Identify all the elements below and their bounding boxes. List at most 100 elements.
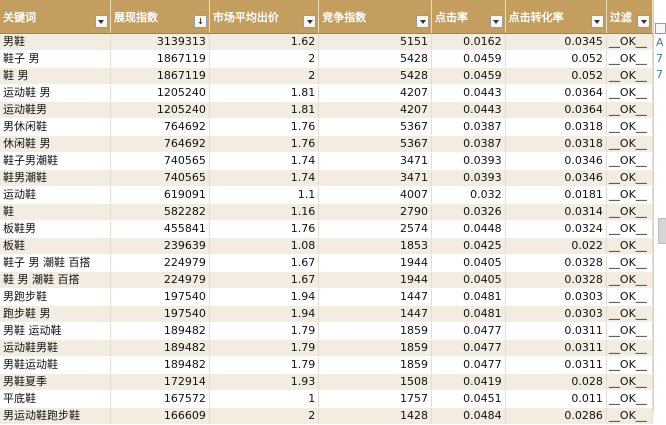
cell-ctr[interactable]: 0.0484 xyxy=(431,407,506,425)
cell-ctr[interactable]: 0.0405 xyxy=(431,254,506,272)
column-header-keyword[interactable]: 关键词 xyxy=(0,0,111,34)
cell-filter[interactable]: __OK__ xyxy=(606,84,654,102)
cell-avg-bid[interactable]: 1.79 xyxy=(209,356,320,374)
cell-impression-index[interactable]: 189482 xyxy=(110,356,210,374)
cell-filter[interactable]: __OK__ xyxy=(606,373,654,391)
cell-keyword[interactable]: 运动鞋 男 xyxy=(0,84,111,102)
cell-impression-index[interactable]: 224979 xyxy=(110,271,210,289)
cell-avg-bid[interactable]: 1 xyxy=(209,390,320,408)
cell-impression-index[interactable]: 197540 xyxy=(110,288,210,306)
cell-ctr[interactable]: 0.0443 xyxy=(431,101,506,119)
cell-conversion-rate[interactable]: 0.0364 xyxy=(505,84,607,102)
cell-competition-index[interactable]: 4207 xyxy=(318,101,432,119)
cell-conversion-rate[interactable]: 0.0328 xyxy=(505,271,607,289)
cell-competition-index[interactable]: 1447 xyxy=(318,305,432,323)
cell-impression-index[interactable]: 239639 xyxy=(110,237,210,255)
cell-competition-index[interactable]: 4007 xyxy=(318,186,432,204)
cell-conversion-rate[interactable]: 0.0311 xyxy=(505,322,607,340)
cell-keyword[interactable]: 男鞋 xyxy=(0,33,111,51)
cell-keyword[interactable]: 鞋男潮鞋 xyxy=(0,169,111,187)
cell-avg-bid[interactable]: 1.67 xyxy=(209,271,320,289)
cell-competition-index[interactable]: 1508 xyxy=(318,373,432,391)
cell-filter[interactable]: __OK__ xyxy=(606,356,654,374)
cell-competition-index[interactable]: 1853 xyxy=(318,237,432,255)
cell-conversion-rate[interactable]: 0.0311 xyxy=(505,356,607,374)
column-header-impression-index[interactable]: 展现指数 ↓ xyxy=(110,0,210,34)
cell-conversion-rate[interactable]: 0.052 xyxy=(505,50,607,68)
cell-avg-bid[interactable]: 1.76 xyxy=(209,135,320,153)
cell-impression-index[interactable]: 224979 xyxy=(110,254,210,272)
cell-ctr[interactable]: 0.0459 xyxy=(431,50,506,68)
cell-ctr[interactable]: 0.0326 xyxy=(431,203,506,221)
cell-ctr[interactable]: 0.0387 xyxy=(431,118,506,136)
cell-impression-index[interactable]: 1867119 xyxy=(110,67,210,85)
cell-impression-index[interactable]: 455841 xyxy=(110,220,210,238)
cell-filter[interactable]: __OK__ xyxy=(606,67,654,85)
cell-conversion-rate[interactable]: 0.0311 xyxy=(505,339,607,357)
cell-filter[interactable]: __OK__ xyxy=(606,50,654,68)
cell-ctr[interactable]: 0.0477 xyxy=(431,322,506,340)
cell-filter[interactable]: __OK__ xyxy=(606,237,654,255)
cell-impression-index[interactable]: 764692 xyxy=(110,118,210,136)
cell-keyword[interactable]: 板鞋 xyxy=(0,237,111,255)
cell-ctr[interactable]: 0.0481 xyxy=(431,288,506,306)
cell-ctr[interactable]: 0.0393 xyxy=(431,152,506,170)
cell-conversion-rate[interactable]: 0.0328 xyxy=(505,254,607,272)
cell-conversion-rate[interactable]: 0.0346 xyxy=(505,169,607,187)
cell-impression-index[interactable]: 764692 xyxy=(110,135,210,153)
cell-impression-index[interactable]: 619091 xyxy=(110,186,210,204)
cell-filter[interactable]: __OK__ xyxy=(606,33,654,51)
cell-keyword[interactable]: 男鞋夏季 xyxy=(0,373,111,391)
cell-filter[interactable]: __OK__ xyxy=(606,254,654,272)
cell-keyword[interactable]: 运动鞋 xyxy=(0,186,111,204)
cell-avg-bid[interactable]: 1.74 xyxy=(209,152,320,170)
cell-ctr[interactable]: 0.0162 xyxy=(431,33,506,51)
cell-keyword[interactable]: 鞋 男 xyxy=(0,67,111,85)
cell-conversion-rate[interactable]: 0.011 xyxy=(505,390,607,408)
cell-competition-index[interactable]: 5428 xyxy=(318,67,432,85)
column-header-conversion-rate[interactable]: 点击转化率 xyxy=(505,0,607,34)
cell-keyword[interactable]: 男鞋 运动鞋 xyxy=(0,322,111,340)
cell-keyword[interactable]: 男鞋运动鞋 xyxy=(0,356,111,374)
cell-filter[interactable]: __OK__ xyxy=(606,390,654,408)
cell-competition-index[interactable]: 1944 xyxy=(318,271,432,289)
cell-ctr[interactable]: 0.0405 xyxy=(431,271,506,289)
cell-avg-bid[interactable]: 1.81 xyxy=(209,84,320,102)
cell-competition-index[interactable]: 1428 xyxy=(318,407,432,425)
filter-dropdown-icon[interactable] xyxy=(489,15,503,28)
cell-competition-index[interactable]: 2790 xyxy=(318,203,432,221)
column-filter-dropdown-icon[interactable] xyxy=(655,23,666,34)
cell-impression-index[interactable]: 166609 xyxy=(110,407,210,425)
cell-avg-bid[interactable]: 1.16 xyxy=(209,203,320,221)
cell-competition-index[interactable]: 3471 xyxy=(318,152,432,170)
cell-competition-index[interactable]: 5428 xyxy=(318,50,432,68)
cell-impression-index[interactable]: 197540 xyxy=(110,305,210,323)
cell-filter[interactable]: __OK__ xyxy=(606,152,654,170)
cell-filter[interactable]: __OK__ xyxy=(606,322,654,340)
cell-competition-index[interactable]: 4207 xyxy=(318,84,432,102)
cell-avg-bid[interactable]: 2 xyxy=(209,67,320,85)
cell-conversion-rate[interactable]: 0.0324 xyxy=(505,220,607,238)
cell-avg-bid[interactable]: 1.79 xyxy=(209,322,320,340)
cell-ctr[interactable]: 0.0393 xyxy=(431,169,506,187)
cell-conversion-rate[interactable]: 0.0318 xyxy=(505,118,607,136)
cell-keyword[interactable]: 平底鞋 xyxy=(0,390,111,408)
cell-competition-index[interactable]: 1859 xyxy=(318,339,432,357)
cell-conversion-rate[interactable]: 0.0314 xyxy=(505,203,607,221)
cell-avg-bid[interactable]: 1.62 xyxy=(209,33,320,51)
cell-avg-bid[interactable]: 1.08 xyxy=(209,237,320,255)
cell-competition-index[interactable]: 5151 xyxy=(318,33,432,51)
cell-conversion-rate[interactable]: 0.022 xyxy=(505,237,607,255)
cell-ctr[interactable]: 0.0477 xyxy=(431,356,506,374)
cell-competition-index[interactable]: 1757 xyxy=(318,390,432,408)
column-header-ctr[interactable]: 点击率 xyxy=(431,0,506,34)
cell-keyword[interactable]: 鞋 男 潮鞋 百搭 xyxy=(0,271,111,289)
cell-conversion-rate[interactable]: 0.0303 xyxy=(505,288,607,306)
cell-keyword[interactable]: 鞋子 男 xyxy=(0,50,111,68)
cell-conversion-rate[interactable]: 0.028 xyxy=(505,373,607,391)
cell-impression-index[interactable]: 189482 xyxy=(110,322,210,340)
cell-filter[interactable]: __OK__ xyxy=(606,186,654,204)
cell-competition-index[interactable]: 3471 xyxy=(318,169,432,187)
cell-avg-bid[interactable]: 1.76 xyxy=(209,220,320,238)
cell-impression-index[interactable]: 3139313 xyxy=(110,33,210,51)
